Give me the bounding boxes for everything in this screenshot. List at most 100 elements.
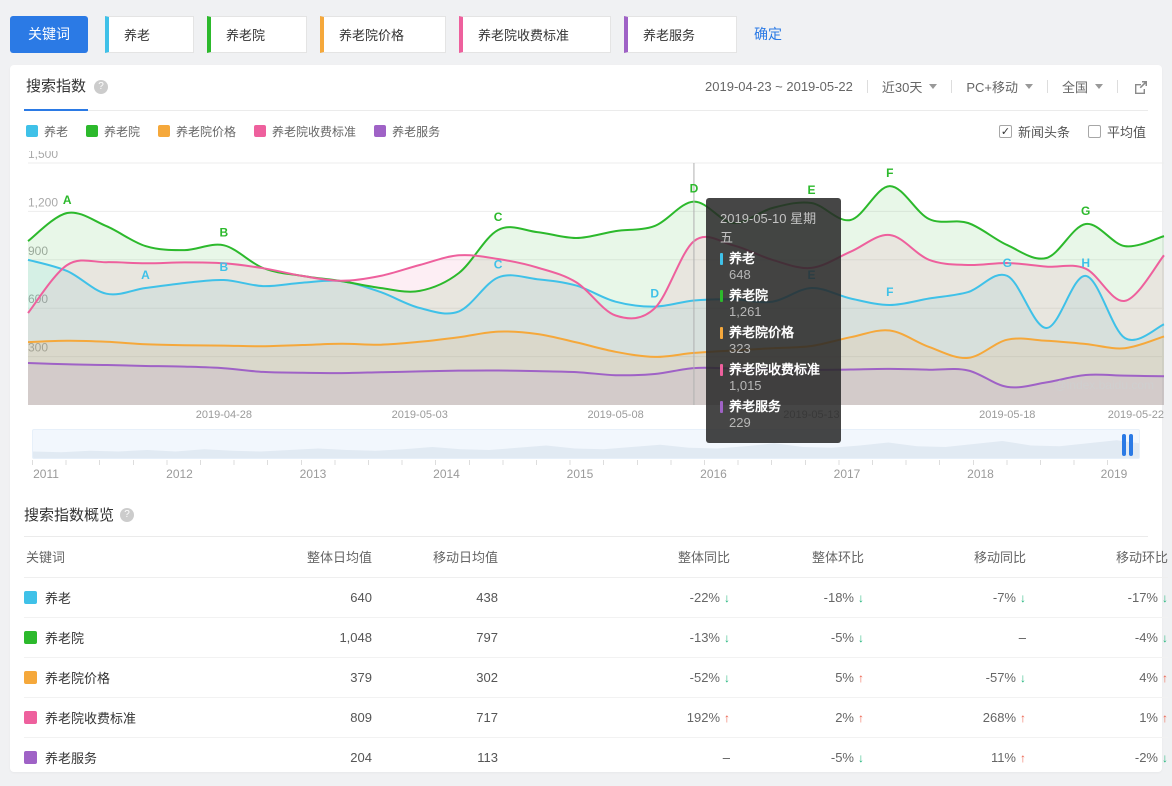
overview-table: 关键词 整体日均值 移动日均值 整体同比 整体环比 移动同比 移动环比 养老 640 438 -2… [24,537,1168,777]
region-select-value: 全国 [1061,80,1088,95]
tooltip-item: 养老院 1,261 [720,288,827,320]
tooltip-series-value: 229 [729,415,751,430]
overview-title: 搜索指数概览 [24,507,115,524]
overview-column-header: 整体环比 [730,537,864,578]
filter-bar: 2019-04-23 ~ 2019-05-22 近30天 PC+移动 全国 [705,77,1148,110]
search-index-card: 搜索指数 ? 2019-04-23 ~ 2019-05-22 近30天 PC+移… [10,65,1168,772]
keyword-chip[interactable]: 养老院 [207,15,307,53]
series-color-swatch [24,710,37,724]
svg-text:B: B [220,225,229,239]
svg-text:A: A [63,193,72,207]
overview-column-header: 整体同比 [498,537,730,578]
tooltip-series-value: 1,261 [729,304,762,319]
metric-value: 204 [350,749,372,765]
keyword-label-button[interactable]: 关键词 [10,15,88,53]
date-range[interactable]: 2019-04-23 ~ 2019-05-22 [705,79,853,94]
timeline-band[interactable] [32,429,1140,459]
tooltip-item: 养老服务 229 [720,399,827,431]
range-select[interactable]: 近30天 [882,77,938,96]
metric-value: 113 [477,749,498,765]
row-keyword[interactable]: 养老服务 [45,748,97,767]
legend-label: 养老院 [104,124,141,139]
external-link-icon[interactable] [1134,80,1148,94]
legend-swatch [26,125,38,137]
timeline-year-label: 2014 [433,467,460,481]
tooltip-item: 养老院收费标准 1,015 [720,362,827,394]
arrow-up-icon: ↑ [724,710,730,725]
metric-value: 1,048 [339,629,372,645]
percent-value: -17% [1127,589,1158,605]
legend-item[interactable]: 养老 [26,123,68,140]
tooltip-series-bar [720,327,723,339]
arrow-down-icon: ↓ [1162,750,1168,765]
legend-item[interactable]: 养老院收费标准 [254,123,356,140]
row-keyword[interactable]: 养老 [45,588,71,607]
timeline-handle-left[interactable] [1122,434,1126,456]
news-headlines-label: 新闻头条 [1017,124,1070,140]
overview-column-header: 关键词 [24,537,256,578]
timeline-year-label: 2019 [1100,467,1128,481]
row-keyword[interactable]: 养老院价格 [45,668,110,687]
svg-text:F: F [886,166,893,180]
svg-text:2019-05-08: 2019-05-08 [587,409,643,421]
keyword-list: 养老 养老院 养老院价格 养老院收费标准 养老服务 [105,15,737,53]
average-checkbox[interactable]: 平均值 [1087,122,1146,141]
news-headlines-checkbox[interactable]: ✓ 新闻头条 [998,122,1070,141]
arrow-up-icon: ↑ [1162,670,1168,685]
checkbox-icon [1087,124,1101,138]
help-icon[interactable]: ? [94,79,109,94]
tooltip-date: 2019-05-10 星期五 [720,211,817,245]
chevron-down-icon [1095,84,1103,89]
arrow-down-icon: ↓ [858,750,864,765]
svg-text:C: C [494,258,503,272]
legend-item[interactable]: 养老服务 [374,123,440,140]
arrow-down-icon: ↓ [1162,630,1168,645]
tooltip-series-bar [720,253,723,265]
percent-value: 2% [835,709,854,725]
legend-item[interactable]: 养老院价格 [158,123,236,140]
help-icon[interactable]: ? [120,507,135,522]
trend-chart[interactable]: 3006009001,2001,500ABCDEFGHABCDEFG2019-0… [24,151,1165,443]
percent-value: 1% [1139,709,1158,725]
tooltip-series-name: 养老院 [729,288,769,303]
timeline-year-label: 2016 [700,467,727,481]
timeline-year-label: 2011 [33,467,59,481]
device-select[interactable]: PC+移动 [966,77,1033,96]
percent-value: -18% [823,589,854,605]
series-color-swatch [24,670,37,684]
percent-value: -5% [830,629,854,645]
confirm-button[interactable]: 确定 [754,24,782,44]
tooltip-series-name: 养老服务 [729,399,782,414]
overview-column-header: 整体日均值 [256,537,372,578]
timeline-year-label: 2013 [299,467,327,481]
keyword-chip[interactable]: 养老院价格 [320,15,446,53]
region-select[interactable]: 全国 [1062,77,1103,96]
arrow-down-icon: ↓ [858,630,864,645]
timeline-slider[interactable]: 2011 2012 2013 2014 2015 2016 2017 2018 2019 [24,429,1148,491]
card-header: 搜索指数 ? 2019-04-23 ~ 2019-05-22 近30天 PC+移… [24,65,1148,111]
metric-value: 640 [350,589,372,605]
row-keyword[interactable]: 养老院 [45,628,84,647]
device-select-value: PC+移动 [966,80,1018,95]
percent-value: -52% [689,669,720,685]
keyword-chip[interactable]: 养老服务 [624,15,737,53]
svg-text:E: E [807,183,815,197]
keyword-chip-label: 养老院收费标准 [478,27,570,43]
overview-column-header: 移动日均值 [372,537,498,578]
timeline-handle-right[interactable] [1129,434,1133,456]
overview-column-header: 移动同比 [864,537,1026,578]
series-color-swatch [24,590,37,604]
keyword-chip[interactable]: 养老院收费标准 [459,15,611,53]
legend-swatch [254,125,267,137]
keyword-chip-label: 养老 [124,27,151,43]
svg-text:F: F [886,285,893,299]
checkbox-icon: ✓ [998,124,1012,138]
keyword-chip[interactable]: 养老 [105,15,194,53]
svg-text:@index.baidu.com: @index.baidu.com [1054,378,1154,392]
legend-item[interactable]: 养老院 [86,123,140,140]
svg-text:2019-05-22: 2019-05-22 [1108,409,1164,421]
row-keyword[interactable]: 养老院收费标准 [45,708,136,727]
tab-search-index[interactable]: 搜索指数 [24,75,89,111]
svg-text:G: G [1081,204,1090,218]
metric-value: 438 [476,589,498,605]
